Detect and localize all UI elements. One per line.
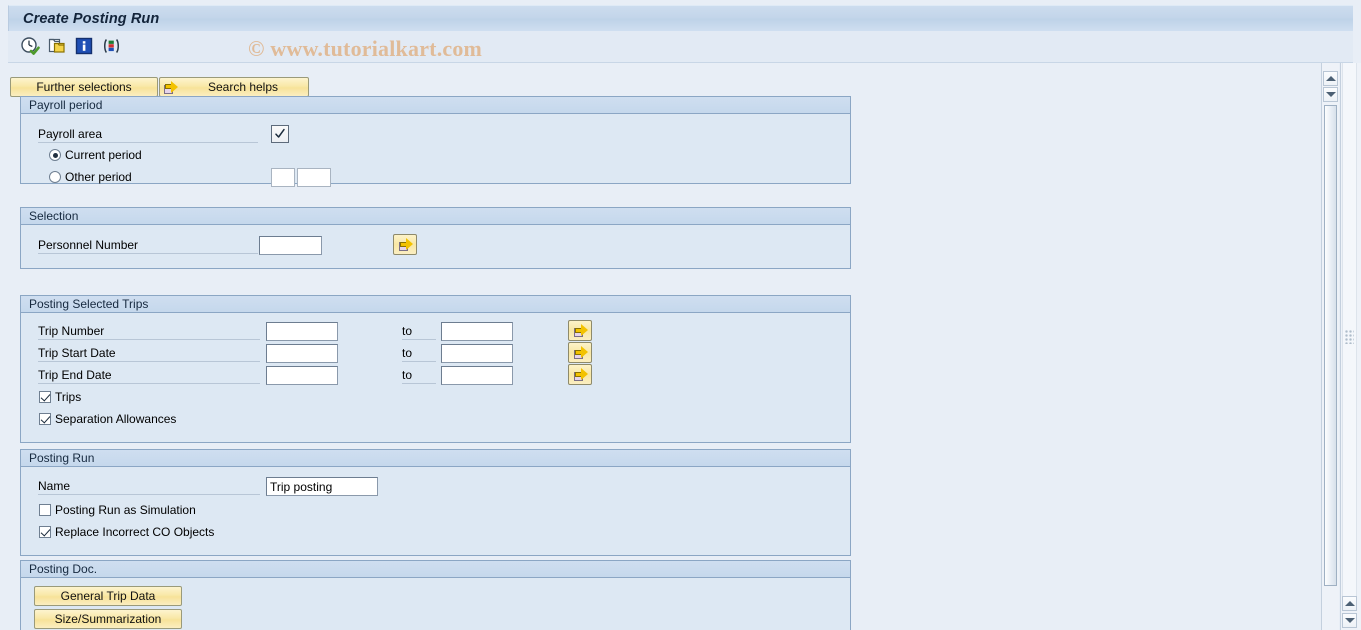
group-posting-selected-trips-header: Posting Selected Trips [21,296,850,313]
checkbox-separation-allowances-indicator [39,413,51,425]
outer-vertical-scrollbar[interactable] [1340,63,1361,630]
trip-end-date-to-input[interactable] [441,366,513,385]
information-icon[interactable] [74,36,94,56]
outer-scroll-up-button[interactable] [1342,596,1357,611]
outer-scroll-down-button[interactable] [1342,613,1357,628]
checkbox-posting-run-as-simulation-label: Posting Run as Simulation [55,503,196,517]
page-title: Create Posting Run [23,10,160,27]
radio-other-period-indicator [49,171,61,183]
variants-icon[interactable] [101,36,121,56]
posting-run-name-label: Name [38,479,260,495]
application-toolbar [8,31,1353,63]
outer-scroll-grip-icon [1345,330,1354,344]
chevron-up-icon [1325,76,1336,81]
trip-number-to-input[interactable] [441,322,513,341]
trip-number-from-input[interactable] [266,322,338,341]
checkbox-trips[interactable]: Trips [39,390,81,404]
group-payroll-period: Payroll period Payroll area Current peri… [20,96,851,187]
payroll-area-value-help-button[interactable] [271,125,289,143]
posting-run-name-input[interactable] [266,477,378,496]
multiple-selection-arrow-icon [573,346,588,359]
trip-number-to-label: to [402,324,436,340]
execute-background-icon[interactable] [47,36,67,56]
checkbox-replace-incorrect-co-objects[interactable]: Replace Incorrect CO Objects [39,525,214,539]
trip-end-date-from-input[interactable] [266,366,338,385]
search-helps-label: Search helps [207,80,279,94]
trip-start-date-label: Trip Start Date [38,346,260,362]
general-trip-data-button[interactable]: General Trip Data [34,586,182,606]
group-posting-selected-trips-title: Posting Selected Trips [29,297,149,311]
chevron-down-icon [1344,618,1355,623]
search-helps-button[interactable]: Search helps [159,77,309,97]
group-posting-run-title: Posting Run [29,451,95,465]
payroll-area-label: Payroll area [38,127,258,143]
trip-start-date-from-input[interactable] [266,344,338,363]
personnel-number-input[interactable] [259,236,322,255]
watermark-text: © www.tutorialkart.com [248,36,483,61]
sap-selection-screen: Create Posting Run © www.tutorialkart.co… [0,0,1361,630]
window-titlebar: Create Posting Run [8,5,1353,31]
checkbox-posting-run-as-simulation[interactable]: Posting Run as Simulation [39,503,196,517]
other-period-field-1[interactable] [271,168,295,187]
selection-screen-content: Further selections Search helps Payroll … [8,63,1330,630]
other-period-field-2[interactable] [297,168,331,187]
checkbox-separation-allowances[interactable]: Separation Allowances [39,412,176,426]
personnel-number-multiple-selection-button[interactable] [393,234,417,255]
checkbox-separation-allowances-label: Separation Allowances [55,412,177,426]
group-payroll-period-header: Payroll period [21,97,850,114]
checkbox-trips-indicator [39,391,51,403]
radio-current-period-indicator [49,149,61,161]
group-posting-doc-header: Posting Doc. [21,561,850,578]
group-posting-doc: Posting Doc. General Trip Data Size/Summ… [20,560,851,630]
inner-vertical-scrollbar[interactable] [1321,63,1339,630]
radio-other-period[interactable]: Other period [49,170,132,184]
checkbox-posting-run-as-simulation-indicator [39,504,51,516]
group-selection-header: Selection [21,208,850,225]
group-payroll-period-body: Payroll area Current period Other period [21,114,850,187]
further-selections-button[interactable]: Further selections [10,77,158,97]
personnel-number-label: Personnel Number [38,238,258,254]
multiple-selection-arrow-icon [573,368,588,381]
group-posting-doc-body: General Trip Data Size/Summarization [21,578,850,630]
trip-end-date-to-label: to [402,368,436,384]
trip-end-date-label: Trip End Date [38,368,260,384]
multiple-selection-arrow-icon [398,238,413,251]
trip-number-label: Trip Number [38,324,260,340]
chevron-up-icon [1344,601,1355,606]
trip-start-date-to-input[interactable] [441,344,513,363]
group-posting-run-body: Name Posting Run as Simulation Replace I… [21,467,850,555]
chevron-down-icon [1325,92,1336,97]
trip-start-date-to-label: to [402,346,436,362]
trip-start-date-multiple-selection-button[interactable] [568,342,592,363]
checkbox-replace-incorrect-co-objects-indicator [39,526,51,538]
multiple-selection-arrow-icon [573,324,588,337]
radio-current-period-label: Current period [65,148,142,162]
inner-scroll-down-button[interactable] [1323,87,1338,102]
execute-clock-icon[interactable] [20,36,40,56]
group-posting-doc-title: Posting Doc. [29,562,98,576]
toolbar-icon-group [20,36,121,56]
trip-end-date-multiple-selection-button[interactable] [568,364,592,385]
radio-current-period[interactable]: Current period [49,148,142,162]
group-selection-title: Selection [29,209,79,223]
group-selection-body: Personnel Number [21,225,850,268]
group-posting-run-header: Posting Run [21,450,850,467]
checkbox-trips-label: Trips [55,390,82,404]
radio-other-period-label: Other period [65,170,132,184]
trip-number-multiple-selection-button[interactable] [568,320,592,341]
group-posting-selected-trips: Posting Selected Trips Trip Number to Tr… [20,295,851,443]
group-selection: Selection Personnel Number [20,207,851,269]
checkbox-replace-incorrect-co-objects-label: Replace Incorrect CO Objects [55,525,215,539]
group-posting-run: Posting Run Name Posting Run as Simulati… [20,449,851,556]
selection-toolbar: Further selections Search helps [10,77,309,97]
group-posting-selected-trips-body: Trip Number to Trip Start Date to Trip E… [21,313,850,442]
inner-scroll-thumb[interactable] [1324,105,1337,586]
inner-scroll-up-button[interactable] [1323,71,1338,86]
size-summarization-button[interactable]: Size/Summarization [34,609,182,629]
group-payroll-period-title: Payroll period [29,98,103,112]
